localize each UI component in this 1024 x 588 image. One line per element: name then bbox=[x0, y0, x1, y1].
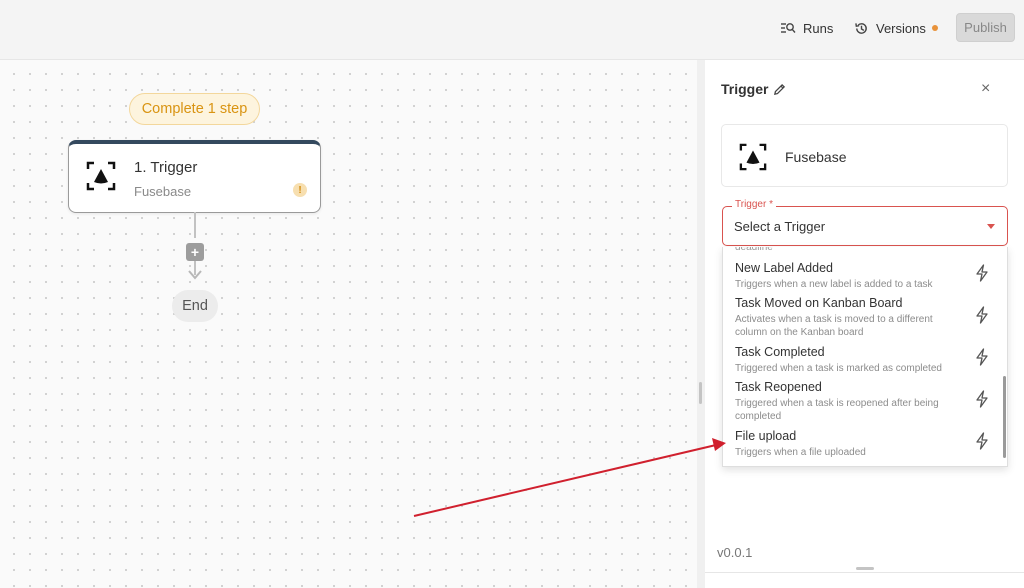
node-subtitle: Fusebase bbox=[134, 184, 192, 199]
splitter-handle[interactable] bbox=[699, 382, 702, 404]
option-task-completed[interactable]: Task Completed Triggered when a task is … bbox=[723, 345, 998, 375]
option-desc: Triggered when a task is reopened after … bbox=[735, 398, 939, 422]
fusebase-logo-icon bbox=[86, 161, 116, 191]
chevron-down-icon[interactable] bbox=[987, 224, 995, 229]
end-node[interactable]: End bbox=[172, 290, 218, 322]
option-new-label-added[interactable]: New Label Added Triggers when a new labe… bbox=[723, 261, 998, 291]
unsaved-dot bbox=[931, 25, 938, 31]
option-file-upload[interactable]: File upload Triggers when a file uploade… bbox=[723, 429, 998, 459]
option-desc: Triggers when a file uploaded bbox=[735, 447, 866, 458]
option-task-reopened[interactable]: Task Reopened Triggered when a task is r… bbox=[723, 380, 998, 422]
close-icon[interactable]: × bbox=[981, 80, 990, 98]
option-desc: Triggers when a new label is added to a … bbox=[735, 279, 933, 290]
bottom-resize-handle[interactable] bbox=[856, 567, 874, 570]
app-name: Fusebase bbox=[785, 149, 847, 165]
panel-splitter[interactable] bbox=[697, 60, 705, 588]
status-badge: Complete 1 step bbox=[129, 93, 260, 125]
versions-label: Versions bbox=[876, 20, 926, 36]
select-placeholder: Select a Trigger bbox=[734, 219, 826, 234]
top-bar: Runs Versions Publish bbox=[0, 0, 1024, 60]
fusebase-logo-icon bbox=[739, 143, 767, 171]
bolt-icon bbox=[976, 264, 988, 282]
option-title: New Label Added bbox=[735, 261, 833, 275]
divider bbox=[705, 572, 1024, 573]
bolt-icon bbox=[976, 390, 988, 408]
connector-line bbox=[194, 212, 196, 238]
dropdown-scrollbar[interactable] bbox=[1003, 376, 1006, 458]
history-icon bbox=[855, 22, 867, 34]
option-title: Task Completed bbox=[735, 345, 825, 359]
runs-icon bbox=[781, 23, 796, 33]
trigger-dropdown[interactable]: deadline New Label Added Triggers when a… bbox=[722, 247, 1008, 467]
arrow-down-icon bbox=[188, 270, 202, 280]
pencil-icon[interactable] bbox=[773, 83, 786, 96]
trigger-node[interactable]: 1. Trigger Fusebase ! bbox=[68, 140, 321, 213]
bolt-icon bbox=[976, 348, 988, 366]
option-title: Task Moved on Kanban Board bbox=[735, 296, 903, 310]
bolt-icon bbox=[976, 306, 988, 324]
bolt-icon bbox=[976, 432, 988, 450]
node-title: 1. Trigger bbox=[134, 159, 198, 176]
trigger-panel: Trigger × Fusebase Trigger * Select a Tr… bbox=[705, 60, 1024, 588]
warning-icon: ! bbox=[293, 183, 307, 197]
runs-button[interactable]: Runs bbox=[780, 15, 833, 41]
trigger-select[interactable]: Trigger * Select a Trigger bbox=[722, 199, 1008, 246]
option-desc: Triggered when a task is marked as compl… bbox=[735, 363, 942, 374]
versions-button[interactable]: Versions bbox=[854, 15, 938, 41]
panel-title-text: Trigger bbox=[721, 81, 769, 97]
version-label: v0.0.1 bbox=[717, 545, 753, 560]
panel-title: Trigger bbox=[721, 81, 786, 97]
option-title: File upload bbox=[735, 429, 797, 443]
cut-off-option-text: deadline bbox=[735, 247, 773, 253]
runs-label: Runs bbox=[803, 20, 834, 36]
option-task-moved[interactable]: Task Moved on Kanban Board Activates whe… bbox=[723, 296, 998, 338]
option-title: Task Reopened bbox=[735, 380, 822, 394]
select-label: Trigger * bbox=[732, 199, 776, 210]
option-desc: Activates when a task is moved to a diff… bbox=[735, 314, 933, 338]
publish-button[interactable]: Publish bbox=[956, 13, 1015, 42]
add-step-button[interactable]: + bbox=[186, 243, 204, 261]
app-card[interactable]: Fusebase bbox=[721, 124, 1008, 187]
